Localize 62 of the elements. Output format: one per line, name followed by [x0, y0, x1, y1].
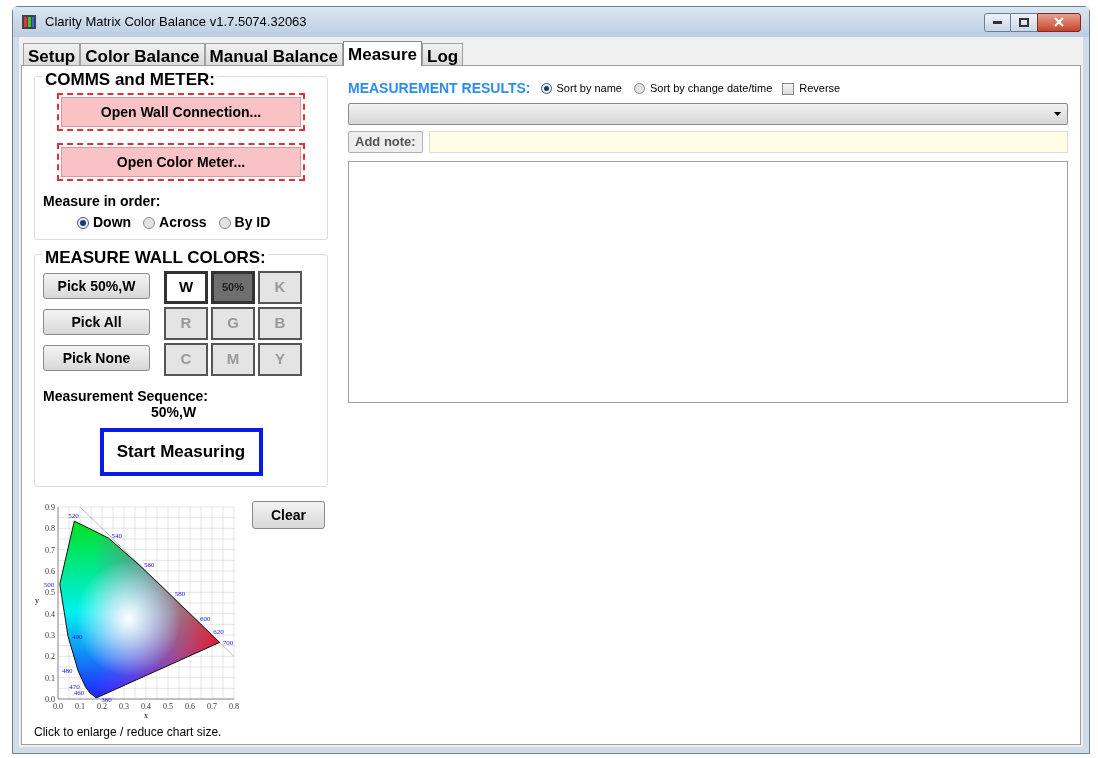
start-measuring-button[interactable]: Start Measuring [99, 428, 263, 476]
maximize-icon [1019, 17, 1029, 27]
y-tick-label: 0.7 [45, 545, 55, 555]
radio-label: Down [93, 213, 132, 232]
tab[interactable]: Setup [23, 43, 81, 65]
minimize-icon [993, 20, 1002, 24]
x-tick-label: 0.0 [53, 702, 63, 711]
y-tick-label: 0.8 [45, 524, 55, 534]
radio-label: By ID [234, 213, 271, 232]
maximize-button[interactable] [1011, 12, 1037, 32]
x-tick-label: 0.7 [207, 702, 217, 711]
y-tick-label: 0.6 [45, 567, 55, 576]
results-dropdown[interactable] [348, 103, 1068, 125]
tab[interactable]: Manual Balance [204, 43, 344, 65]
clear-button[interactable]: Clear [252, 501, 325, 529]
radio-button[interactable] [77, 216, 89, 229]
x-tick-label: 0.4 [141, 702, 151, 711]
minimize-button[interactable] [984, 12, 1011, 32]
y-tick-label: 0.4 [45, 609, 55, 619]
window-title: Clarity Matrix Color Balance v1.7.5074.32063 [45, 13, 307, 32]
x-tick-label: 0.2 [97, 702, 107, 711]
note-input-field[interactable] [428, 131, 1068, 153]
y-tick-label: 0.2 [45, 652, 55, 662]
add-note-button[interactable]: Add note: [348, 131, 423, 153]
color-toggle[interactable]: W [164, 271, 208, 304]
app-icon [21, 14, 37, 30]
caret-icon [1054, 112, 1061, 116]
radio-label: Sort by change date/time [649, 81, 773, 97]
y-tick-label: 0.5 [45, 588, 55, 598]
y-tick-label: 0.3 [45, 631, 55, 640]
tab[interactable]: Measure [343, 41, 423, 66]
radio-button[interactable] [633, 83, 645, 94]
x-tick-label: 0.3 [119, 702, 129, 711]
x-tick-label: 0.1 [75, 702, 85, 711]
radio-button[interactable] [540, 83, 552, 94]
y-tick-label: 0.9 [45, 503, 55, 512]
radio-button[interactable] [143, 216, 156, 229]
pick-button[interactable]: Pick 50%,W [43, 273, 150, 299]
x-axis-label: x [144, 711, 148, 720]
results-title: MEASUREMENT RESULTS: [348, 79, 531, 98]
radio-label: Across [159, 213, 207, 232]
sequence-label: Measurement Sequence: [43, 388, 209, 404]
tab[interactable]: Log [422, 43, 464, 65]
close-button[interactable] [1037, 12, 1081, 32]
chart-caption: Click to enlarge / reduce chart size. [34, 724, 223, 741]
pick-button[interactable]: Pick None [43, 345, 150, 371]
close-icon [1054, 17, 1064, 27]
y-axis-label: y [35, 596, 39, 605]
y-tick-label: 0.1 [45, 673, 55, 683]
reverse-checkbox[interactable]: Reverse [782, 80, 841, 97]
x-tick-label: 0.8 [229, 702, 239, 711]
tab[interactable]: Color Balance [80, 43, 205, 65]
y-tick-label: 0.0 [45, 695, 55, 704]
pick-button[interactable]: Pick All [43, 309, 150, 335]
radio-button[interactable] [218, 216, 231, 229]
x-tick-label: 0.5 [163, 702, 173, 711]
order-label: Measure in order: [43, 192, 162, 211]
open-button[interactable]: Open Color Meter... [61, 147, 301, 177]
open-button[interactable]: Open Wall Connection... [61, 97, 301, 127]
x-tick-label: 0.6 [185, 702, 195, 711]
sequence-value: 50%,W [150, 404, 198, 420]
radio-label: Sort by name [556, 81, 622, 97]
